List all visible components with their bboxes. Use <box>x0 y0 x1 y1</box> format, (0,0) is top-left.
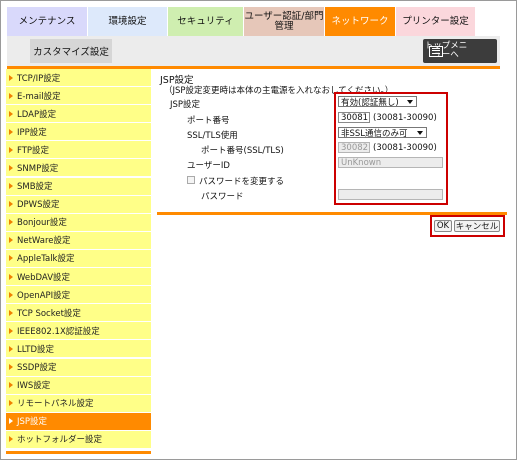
subtab-customize[interactable]: カスタマイズ設定 <box>30 39 112 63</box>
sidebar-item[interactable]: IWS設定 <box>6 376 151 394</box>
sidebar-item[interactable]: SMB設定 <box>6 177 151 195</box>
sidebar-item[interactable]: NetWare設定 <box>6 231 151 249</box>
user-id-label: ユーザーID <box>187 161 230 171</box>
ssl-label: SSL/TLS使用 <box>187 131 238 141</box>
sidebar: TCP/IP設定 E-mail設定 LDAP設定 IPP設定 FTP設定 SNMP設定 SM… <box>6 69 151 449</box>
sidebar-item-label: Bonjour設定 <box>17 218 67 229</box>
settings-highlight-box <box>334 92 448 205</box>
sidebar-item[interactable]: DPWS設定 <box>6 195 151 213</box>
triangle-right-icon <box>9 110 13 117</box>
sidebar-item-label: TCP Socket設定 <box>17 308 81 319</box>
tab-user-auth[interactable]: ユーザー認証/部門管理 <box>244 7 324 36</box>
sidebar-item[interactable]: IPP設定 <box>6 123 151 141</box>
sidebar-item-label: JSP設定 <box>17 417 48 428</box>
triangle-right-icon <box>9 273 13 280</box>
triangle-right-icon <box>9 219 13 226</box>
triangle-right-icon <box>9 327 13 334</box>
tab-environment[interactable]: 環境設定 <box>88 7 167 36</box>
sidebar-item-label: リモートパネル設定 <box>17 399 94 410</box>
triangle-right-icon <box>9 436 13 443</box>
sidebar-item-label: AppleTalk設定 <box>17 254 75 265</box>
password-label: パスワード <box>201 192 244 202</box>
sidebar-item[interactable]: TCP Socket設定 <box>6 304 151 322</box>
sidebar-item[interactable]: TCP/IP設定 <box>6 69 151 86</box>
sidebar-item-label: WebDAV設定 <box>17 272 71 283</box>
triangle-right-icon <box>9 255 13 262</box>
triangle-right-icon <box>9 183 13 190</box>
sidebar-item[interactable]: FTP設定 <box>6 141 151 159</box>
triangle-right-icon <box>9 74 13 81</box>
triangle-right-icon <box>9 345 13 352</box>
sidebar-item[interactable]: SSDP設定 <box>6 358 151 376</box>
triangle-right-icon <box>9 164 13 171</box>
triangle-right-icon <box>9 418 13 425</box>
sidebar-item-label: NetWare設定 <box>17 236 71 247</box>
sidebar-item-label: DPWS設定 <box>17 200 60 211</box>
triangle-right-icon <box>9 382 13 389</box>
sidebar-item-label: SNMP設定 <box>17 163 59 174</box>
sidebar-item[interactable]: LLTD設定 <box>6 340 151 358</box>
port-label: ポート番号 <box>187 116 230 126</box>
sidebar-item[interactable]: AppleTalk設定 <box>6 249 151 267</box>
sidebar-item-label: SMB設定 <box>17 182 53 193</box>
sidebar-item[interactable]: E-mail設定 <box>6 87 151 105</box>
sidebar-item-label: SSDP設定 <box>17 363 57 373</box>
triangle-right-icon <box>9 201 13 208</box>
jsp-setting-label: JSP設定 <box>170 100 201 110</box>
sidebar-item-label: OpenAPI設定 <box>17 290 71 301</box>
sidebar-item[interactable]: IEEE802.1X認証設定 <box>6 322 151 340</box>
sidebar-item[interactable]: Bonjour設定 <box>6 213 151 231</box>
sidebar-item[interactable]: LDAP設定 <box>6 105 151 123</box>
triangle-right-icon <box>9 128 13 135</box>
main-panel: JSP設定 （JSP設定変更時は本体の主電源を入れなおしてください。） JSP設… <box>157 69 507 209</box>
sidebar-item[interactable]: WebDAV設定 <box>6 268 151 286</box>
triangle-right-icon <box>9 92 13 99</box>
tab-maintenance[interactable]: メンテナンス <box>7 7 87 36</box>
sidebar-item[interactable]: SNMP設定 <box>6 159 151 177</box>
sidebar-item[interactable]: リモートパネル設定 <box>6 394 151 412</box>
triangle-right-icon <box>9 146 13 153</box>
sidebar-item-label: IEEE802.1X認証設定 <box>17 326 100 337</box>
triangle-right-icon <box>9 237 13 244</box>
sidebar-item-label: ホットフォルダー設定 <box>17 435 103 446</box>
sidebar-item-label: FTP設定 <box>17 145 50 156</box>
sidebar-bottom-bar <box>6 451 151 454</box>
change-password-checkbox[interactable] <box>187 176 195 184</box>
sidebar-item[interactable]: OpenAPI設定 <box>6 286 151 304</box>
tab-network[interactable]: ネットワーク <box>325 7 395 36</box>
sidebar-item[interactable]: ホットフォルダー設定 <box>6 430 151 448</box>
sidebar-item-label: IWS設定 <box>17 381 51 392</box>
sidebar-item-label: TCP/IP設定 <box>17 73 61 84</box>
triangle-right-icon <box>9 400 13 407</box>
sidebar-item-label: LLTD設定 <box>17 344 55 355</box>
ssl-port-label: ポート番号(SSL/TLS) <box>201 146 284 156</box>
tab-printer[interactable]: プリンター設定 <box>396 7 475 36</box>
sidebar-item-label: LDAP設定 <box>17 109 57 120</box>
triangle-right-icon <box>9 364 13 370</box>
sidebar-item[interactable]: JSP設定 <box>6 412 151 430</box>
triangle-right-icon <box>9 309 13 316</box>
sidebar-item-label: IPP設定 <box>17 127 47 138</box>
top-menu-button[interactable]: トップメニューへ <box>423 39 497 63</box>
triangle-right-icon <box>9 291 13 298</box>
change-password-label: パスワードを変更する <box>199 177 285 187</box>
top-menu-label: トップメニューへ <box>424 41 468 60</box>
tab-security[interactable]: セキュリティ <box>168 7 243 36</box>
sidebar-item-label: E-mail設定 <box>17 91 61 102</box>
buttons-highlight-box <box>430 215 505 237</box>
